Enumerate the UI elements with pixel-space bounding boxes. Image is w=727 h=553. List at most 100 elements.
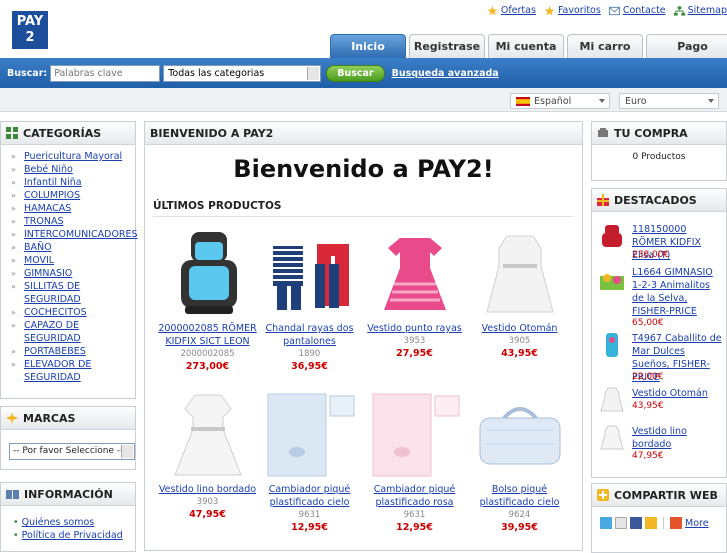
info-item[interactable]: • Quiénes somos (13, 516, 135, 529)
category-link[interactable]: TRONAS (24, 216, 64, 227)
product-thumbnail[interactable] (599, 332, 625, 358)
product-image[interactable] (155, 390, 260, 480)
info-link[interactable]: Política de Privacidad (22, 530, 123, 541)
category-item[interactable]: COLUMPIOS (11, 189, 135, 202)
category-item[interactable]: TRONAS (11, 215, 135, 228)
favorite-icon[interactable] (645, 517, 657, 529)
product-name[interactable]: Cambiador piqué plastificado rosa (362, 483, 467, 509)
category-link[interactable]: COCHECITOS (24, 307, 87, 318)
featured-title: DESTACADOS (614, 193, 697, 207)
toplink-favoritos[interactable]: Favoritos (544, 5, 601, 16)
product-image[interactable] (467, 229, 572, 319)
product-card[interactable]: Vestido Otomán 3905 43,95€ (467, 229, 572, 359)
tab-inicio[interactable]: Inicio (330, 34, 406, 58)
product-thumbnail[interactable] (599, 387, 625, 413)
product-image[interactable] (155, 229, 260, 319)
category-link[interactable]: HAMACAS (24, 203, 71, 214)
product-name[interactable]: Bolso piqué plastificado cielo (467, 483, 572, 509)
product-thumbnail[interactable] (599, 268, 625, 294)
toplink-label: Ofertas (500, 5, 536, 16)
language-select[interactable]: Español (510, 93, 610, 109)
product-image[interactable] (362, 390, 467, 480)
product-name[interactable]: 2000002085 RÖMER KIDFIX SICT LEON (155, 322, 260, 348)
category-link[interactable]: BAÑO (24, 242, 52, 253)
category-link[interactable]: CAPAZO DE SEGURIDAD (24, 320, 81, 344)
category-link[interactable]: PORTABEBES (24, 346, 86, 357)
category-link[interactable]: Infantil Niña (24, 177, 82, 188)
featured-box: DESTACADOS 118150000 RÖMER KIDFIX Elisa … (591, 188, 727, 478)
category-link[interactable]: GIMNASIO (24, 268, 72, 279)
category-item[interactable]: Bebé Niño (11, 163, 135, 176)
toplink-contacte[interactable]: Contacte (608, 5, 666, 16)
category-link[interactable]: Bebé Niño (24, 164, 73, 175)
category-item[interactable]: Infantil Niña (11, 176, 135, 189)
product-image[interactable] (362, 229, 467, 319)
product-card[interactable]: Vestido lino bordado 3903 47,95€ (155, 390, 260, 520)
product-name[interactable]: Cambiador piqué plastificado cielo (257, 483, 362, 509)
brand-select[interactable]: -- Por favor Seleccione -- (9, 443, 135, 460)
category-item[interactable]: SILLITAS DE SEGURIDAD (11, 280, 135, 306)
category-item[interactable]: ELEVADOR DE SEGURIDAD (11, 358, 135, 384)
toplink-sitemap[interactable]: Sitemap (673, 5, 727, 16)
featured-price: 65,00€ (632, 318, 664, 328)
category-link[interactable]: SILLITAS DE SEGURIDAD (24, 281, 81, 305)
search-input[interactable] (50, 64, 161, 82)
twitter-icon[interactable] (600, 517, 612, 529)
search-button[interactable]: Buscar (326, 64, 385, 82)
product-card[interactable]: 2000002085 RÖMER KIDFIX SICT LEON 200000… (155, 229, 260, 372)
product-name[interactable]: Chandal rayas dos pantalones (257, 322, 362, 348)
tab-mi-cuenta[interactable]: Mi cuenta (488, 34, 564, 58)
info-link[interactable]: Quiénes somos (22, 517, 95, 528)
tab-mi-carro[interactable]: Mi carro (567, 34, 643, 58)
tab-pago[interactable]: Pago (646, 34, 727, 58)
category-item[interactable]: PORTABEBES (11, 345, 135, 358)
featured-name[interactable]: Vestido lino bordado (632, 425, 722, 451)
product-card[interactable]: Vestido punto rayas 3953 27,95€ (362, 229, 467, 359)
category-item[interactable]: BAÑO (11, 241, 135, 254)
category-item[interactable]: CAPAZO DE SEGURIDAD (11, 319, 135, 345)
product-name[interactable]: Vestido punto rayas (362, 322, 467, 335)
product-card[interactable]: Cambiador piqué plastificado rosa 9631 1… (362, 390, 467, 533)
featured-name[interactable]: L1664 GIMNASIO 1-2-3 Animalitos de la Se… (632, 266, 722, 318)
language-value: Español (534, 95, 572, 107)
category-item[interactable]: GIMNASIO (11, 267, 135, 280)
logo[interactable]: PAY 2 (12, 11, 48, 49)
category-link[interactable]: ELEVADOR DE SEGURIDAD (24, 359, 91, 383)
product-name[interactable]: Vestido lino bordado (155, 483, 260, 496)
product-image[interactable] (257, 390, 362, 480)
main-nav: Inicio Registrase Mi cuenta Mi carro Pag… (330, 34, 727, 58)
category-item[interactable]: Puericultura Mayoral (11, 150, 135, 163)
product-price: 39,95€ (501, 522, 538, 533)
category-link[interactable]: MOVIL (24, 255, 54, 266)
tab-registrase[interactable]: Registrase (409, 34, 485, 58)
product-name[interactable]: Vestido Otomán (467, 322, 572, 335)
product-image[interactable] (257, 229, 362, 319)
toplink-ofertas[interactable]: Ofertas (487, 5, 536, 16)
facebook-icon[interactable] (630, 517, 642, 529)
category-link[interactable]: INTERCOMUNICADORES (24, 229, 138, 240)
category-item[interactable]: COCHECITOS (11, 306, 135, 319)
mail-icon[interactable] (615, 517, 627, 529)
category-item[interactable]: HAMACAS (11, 202, 135, 215)
chevron-down-icon (599, 99, 605, 103)
product-code: 2000002085 (180, 349, 235, 359)
category-item[interactable]: INTERCOMUNICADORES (11, 228, 138, 241)
advanced-search-link[interactable]: Busqueda avanzada (392, 68, 499, 79)
product-card[interactable]: Cambiador piqué plastificado cielo 9631 … (257, 390, 362, 533)
product-thumbnail[interactable] (599, 223, 625, 249)
share-more-link[interactable]: More (685, 518, 709, 529)
more-icon[interactable] (670, 517, 682, 529)
category-link[interactable]: Puericultura Mayoral (24, 151, 122, 162)
featured-name[interactable]: Vestido Otomán (632, 387, 722, 400)
category-link[interactable]: COLUMPIOS (24, 190, 80, 201)
category-item[interactable]: MOVIL (11, 254, 135, 267)
product-price: 36,95€ (291, 361, 328, 372)
product-card[interactable]: Chandal rayas dos pantalones 1890 36,95€ (257, 229, 362, 372)
category-select[interactable]: Todas las categorias (163, 64, 322, 82)
currency-select[interactable]: Euro (619, 93, 719, 109)
book-icon (6, 489, 19, 499)
info-item[interactable]: • Política de Privacidad (13, 529, 135, 542)
product-thumbnail[interactable] (599, 425, 625, 451)
product-image[interactable] (467, 390, 572, 480)
product-card[interactable]: Bolso piqué plastificado cielo 9624 39,9… (467, 390, 572, 533)
